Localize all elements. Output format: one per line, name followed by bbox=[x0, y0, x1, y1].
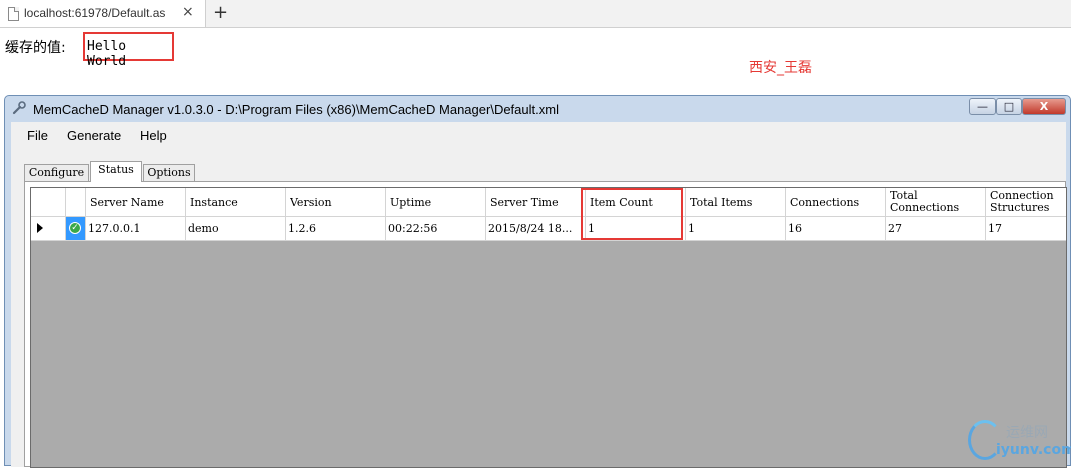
window-client-area: File Generate Help Configure Status Opti… bbox=[11, 122, 1067, 468]
column-header-server-name[interactable]: Server Name bbox=[86, 188, 186, 217]
column-header-total-items[interactable]: Total Items bbox=[686, 188, 786, 217]
menu-generate[interactable]: Generate bbox=[67, 128, 121, 143]
new-tab-button[interactable]: + bbox=[213, 2, 228, 23]
column-header-version[interactable]: Version bbox=[286, 188, 386, 217]
menu-file[interactable]: File bbox=[27, 128, 48, 143]
browser-tab[interactable]: localhost:61978/Default.as × bbox=[0, 0, 206, 27]
status-panel: Server Name Instance Version Uptime Serv… bbox=[24, 181, 1067, 468]
column-header-total-connections[interactable]: Total Connections bbox=[886, 188, 986, 217]
tab-options[interactable]: Options bbox=[143, 164, 195, 181]
column-header-connection-structures[interactable]: Connection Structures bbox=[986, 188, 1066, 217]
cell-total-items[interactable]: 1 bbox=[686, 217, 786, 241]
tab-configure[interactable]: Configure bbox=[24, 164, 89, 181]
window-title: MemCacheD Manager v1.0.3.0 - D:\Program … bbox=[33, 102, 559, 117]
minimize-button[interactable]: — bbox=[969, 98, 996, 115]
cell-instance[interactable]: demo bbox=[186, 217, 286, 241]
tab-close-icon[interactable]: × bbox=[182, 4, 194, 20]
close-button[interactable]: X bbox=[1022, 98, 1066, 115]
cell-server-name[interactable]: 127.0.0.1 bbox=[86, 217, 186, 241]
cache-value-box: Hello World bbox=[83, 32, 174, 69]
watermark-en: iyunv.com bbox=[996, 442, 1071, 458]
column-header-connections[interactable]: Connections bbox=[786, 188, 886, 217]
cache-value: Hello World bbox=[87, 39, 127, 69]
maximize-button[interactable]: □ bbox=[996, 98, 1022, 115]
tab-status[interactable]: Status bbox=[90, 161, 142, 182]
site-watermark: 运维网 iyunv.com bbox=[966, 420, 1071, 466]
page-icon bbox=[8, 7, 19, 21]
column-header-instance[interactable]: Instance bbox=[186, 188, 286, 217]
status-grid[interactable]: Server Name Instance Version Uptime Serv… bbox=[30, 187, 1067, 468]
column-header-uptime[interactable]: Uptime bbox=[386, 188, 486, 217]
cell-version[interactable]: 1.2.6 bbox=[286, 217, 386, 241]
author-note: 西安_王磊 bbox=[749, 60, 812, 76]
status-column-header bbox=[66, 188, 86, 217]
cell-connection-structures[interactable]: 17 bbox=[986, 217, 1066, 241]
row-header-corner bbox=[31, 188, 66, 217]
cell-total-connections[interactable]: 27 bbox=[886, 217, 986, 241]
column-header-server-time[interactable]: Server Time bbox=[486, 188, 586, 217]
window-titlebar[interactable]: MemCacheD Manager v1.0.3.0 - D:\Program … bbox=[5, 96, 1070, 122]
item-count-highlight bbox=[581, 188, 683, 240]
check-circle-icon: ✓ bbox=[69, 222, 81, 234]
row-selector[interactable] bbox=[31, 217, 66, 241]
cell-server-time[interactable]: 2015/8/24 18... bbox=[486, 217, 586, 241]
browser-tab-title: localhost:61978/Default.as bbox=[24, 6, 166, 20]
browser-tab-strip: localhost:61978/Default.as × + bbox=[0, 0, 1071, 28]
cell-uptime[interactable]: 00:22:56 bbox=[386, 217, 486, 241]
watermark-cn: 运维网 bbox=[1006, 425, 1048, 441]
menu-help[interactable]: Help bbox=[140, 128, 167, 143]
row-pointer-icon bbox=[37, 223, 43, 233]
menu-bar: File Generate Help bbox=[11, 122, 1066, 148]
cell-connections[interactable]: 16 bbox=[786, 217, 886, 241]
cache-label: 缓存的值: bbox=[5, 40, 66, 56]
status-cell[interactable]: ✓ bbox=[66, 217, 86, 241]
wrench-icon bbox=[12, 101, 26, 119]
memcached-manager-window: MemCacheD Manager v1.0.3.0 - D:\Program … bbox=[4, 95, 1071, 468]
